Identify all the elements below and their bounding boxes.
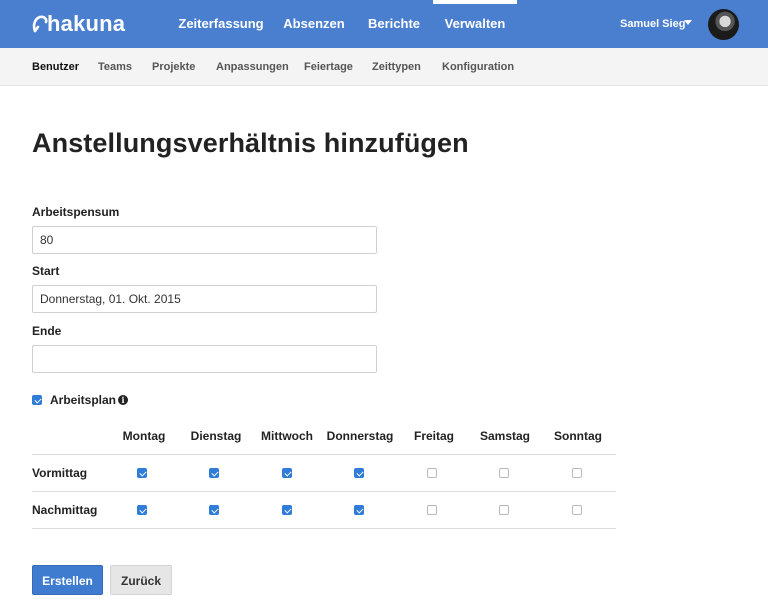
nav-verwalten[interactable]: Verwalten — [433, 0, 517, 48]
user-menu-name[interactable]: Samuel Sieg — [620, 0, 685, 48]
user-avatar[interactable] — [708, 9, 739, 40]
day-header-mittwoch: Mittwoch — [261, 429, 313, 443]
checkbox-vormittag-freitag[interactable] — [427, 468, 437, 478]
top-navbar: hakuna Zeiterfassung Absenzen Berichte V… — [0, 0, 768, 48]
start-date-input[interactable] — [32, 285, 377, 313]
checkbox-nachmittag-sonntag[interactable] — [572, 505, 582, 515]
info-circle-icon[interactable]: i — [118, 395, 129, 405]
table-divider — [32, 454, 616, 455]
checkbox-vormittag-sonntag[interactable] — [572, 468, 582, 478]
checkbox-nachmittag-samstag[interactable] — [499, 505, 509, 515]
day-header-samstag: Samstag — [479, 429, 531, 443]
checkbox-nachmittag-mittwoch[interactable] — [282, 505, 292, 515]
checkbox-vormittag-montag[interactable] — [137, 468, 147, 478]
nav-absenzen[interactable]: Absenzen — [278, 0, 350, 48]
day-header-freitag: Freitag — [413, 429, 454, 443]
day-header-donnerstag: Donnerstag — [326, 429, 394, 443]
logo-mark-icon — [32, 15, 48, 33]
checkbox-vormittag-donnerstag[interactable] — [354, 468, 364, 478]
arbeitsplan-label: Arbeitsplan — [50, 393, 117, 407]
checkbox-nachmittag-donnerstag[interactable] — [354, 505, 364, 515]
hakuna-logo[interactable]: hakuna — [32, 11, 126, 36]
row-label-nachmittag: Nachmittag — [32, 503, 98, 517]
subnav-projekte[interactable]: Projekte — [152, 48, 195, 86]
nav-berichte[interactable]: Berichte — [360, 0, 428, 48]
checkbox-nachmittag-dienstag[interactable] — [209, 505, 219, 515]
checkbox-vormittag-samstag[interactable] — [499, 468, 509, 478]
zurueck-button[interactable]: Zurück — [110, 565, 172, 595]
arbeitsplan-checkbox[interactable] — [32, 395, 42, 405]
checkbox-vormittag-dienstag[interactable] — [209, 468, 219, 478]
day-header-sonntag: Sonntag — [554, 429, 602, 443]
end-date-input[interactable] — [32, 345, 377, 373]
subnav-benutzer[interactable]: Benutzer — [32, 48, 79, 86]
ende-label: Ende — [32, 324, 62, 338]
subnav-konfiguration[interactable]: Konfiguration — [442, 48, 514, 86]
day-header-dienstag: Dienstag — [190, 429, 242, 443]
brand-name: hakuna — [47, 11, 126, 36]
table-divider — [32, 528, 616, 529]
day-header-montag: Montag — [122, 429, 166, 443]
checkbox-nachmittag-freitag[interactable] — [427, 505, 437, 515]
pensum-input[interactable] — [32, 226, 377, 254]
start-label: Start — [32, 264, 60, 278]
page-title: Anstellungsverhältnis hinzufügen — [32, 128, 469, 158]
subnav-zeittypen[interactable]: Zeittypen — [372, 48, 421, 86]
erstellen-button[interactable]: Erstellen — [32, 565, 103, 595]
row-label-vormittag: Vormittag — [32, 466, 88, 480]
sub-navbar: Benutzer Teams Projekte Anpassungen Feie… — [0, 48, 768, 86]
nav-zeiterfassung[interactable]: Zeiterfassung — [172, 0, 270, 48]
chevron-down-icon[interactable] — [684, 20, 692, 25]
arbeitsplan-toggle: Arbeitsplan i — [32, 392, 129, 408]
subnav-feiertage[interactable]: Feiertage — [304, 48, 353, 86]
checkbox-vormittag-mittwoch[interactable] — [282, 468, 292, 478]
pensum-label: Arbeitspensum — [32, 205, 120, 219]
checkbox-nachmittag-montag[interactable] — [137, 505, 147, 515]
table-divider — [32, 491, 616, 492]
subnav-anpassungen[interactable]: Anpassungen — [216, 48, 289, 86]
subnav-teams[interactable]: Teams — [98, 48, 132, 86]
